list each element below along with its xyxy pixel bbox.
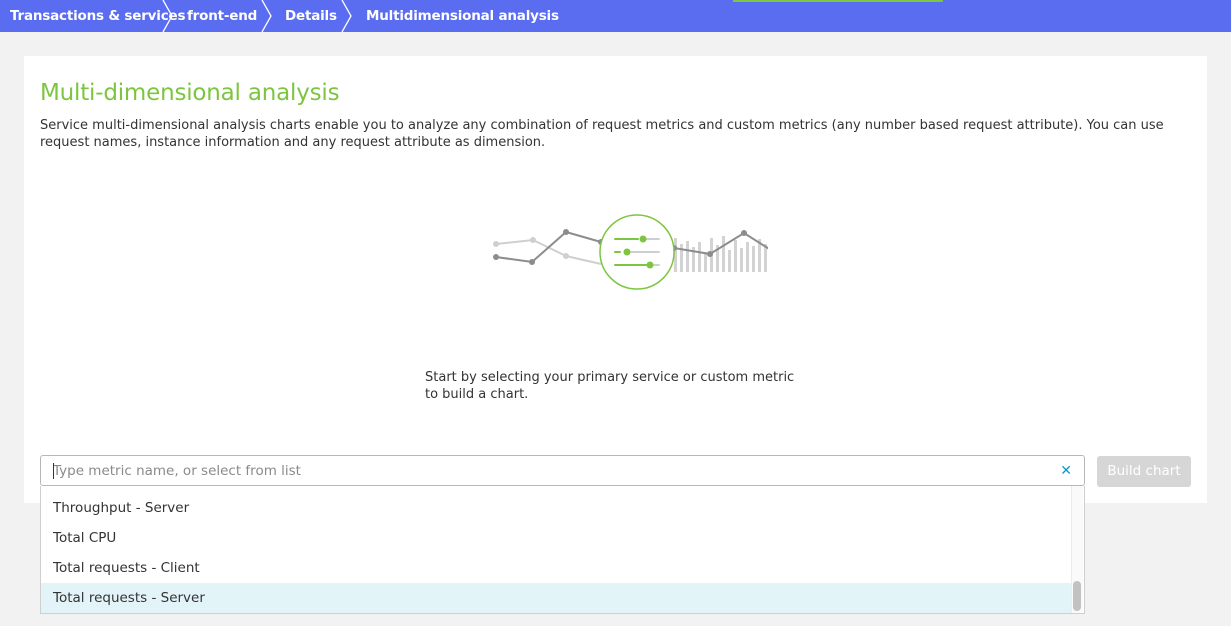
text-cursor [53, 463, 54, 479]
breadcrumb-item-front-end[interactable]: front-end [187, 0, 257, 32]
dropdown-option-total-requests-server[interactable]: Total requests - Server [41, 583, 1071, 613]
close-icon[interactable]: ✕ [1060, 462, 1072, 480]
page-title: Multi-dimensional analysis [40, 80, 340, 106]
breadcrumb: Transactions & services front-end Detail… [0, 0, 1231, 32]
metric-dropdown-list[interactable]: Throughput - Server Total CPU Total requ… [40, 486, 1085, 614]
breadcrumb-separator-icon [261, 0, 272, 32]
metric-search-input[interactable] [53, 460, 1033, 482]
build-chart-button[interactable]: Build chart [1097, 456, 1191, 487]
page-description: Service multi-dimensional analysis chart… [40, 118, 1164, 150]
breadcrumb-item-transactions-services[interactable]: Transactions & services [10, 0, 185, 32]
analysis-card: Multi-dimensional analysis Service multi… [24, 56, 1207, 503]
multidimensional-chart-illustration [493, 214, 768, 290]
metric-search-field[interactable]: ✕ [40, 455, 1085, 486]
breadcrumb-item-multidimensional-analysis: Multidimensional analysis [366, 8, 559, 24]
dropdown-option-total-requests-client[interactable]: Total requests - Client [41, 553, 1071, 583]
breadcrumb-separator-icon [162, 0, 173, 32]
dropdown-scrollbar-thumb[interactable] [1073, 581, 1081, 611]
start-instructions: Start by selecting your primary service … [425, 370, 795, 402]
dropdown-option-throughput-server[interactable]: Throughput - Server [41, 493, 1071, 523]
progress-accent-bar [733, 0, 943, 2]
breadcrumb-item-details[interactable]: Details [285, 0, 337, 32]
dropdown-option-total-cpu[interactable]: Total CPU [41, 523, 1071, 553]
breadcrumb-separator-icon [341, 0, 352, 32]
